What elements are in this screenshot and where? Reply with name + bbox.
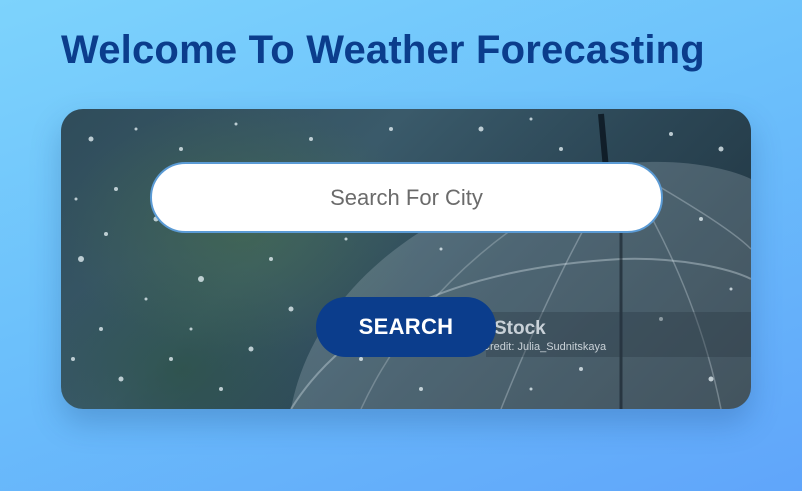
rain-umbrella-photo	[71, 113, 751, 409]
search-button[interactable]: SEARCH	[316, 297, 496, 357]
watermark-credit: Credit: Julia_Sudnitskaya	[482, 341, 607, 353]
city-search-input[interactable]	[150, 162, 663, 233]
watermark-brand: Stock	[494, 318, 546, 339]
search-card: Stock Credit: Julia_Sudnitskaya SEARCH	[61, 109, 751, 409]
page-title: Welcome To Weather Forecasting	[61, 28, 705, 72]
